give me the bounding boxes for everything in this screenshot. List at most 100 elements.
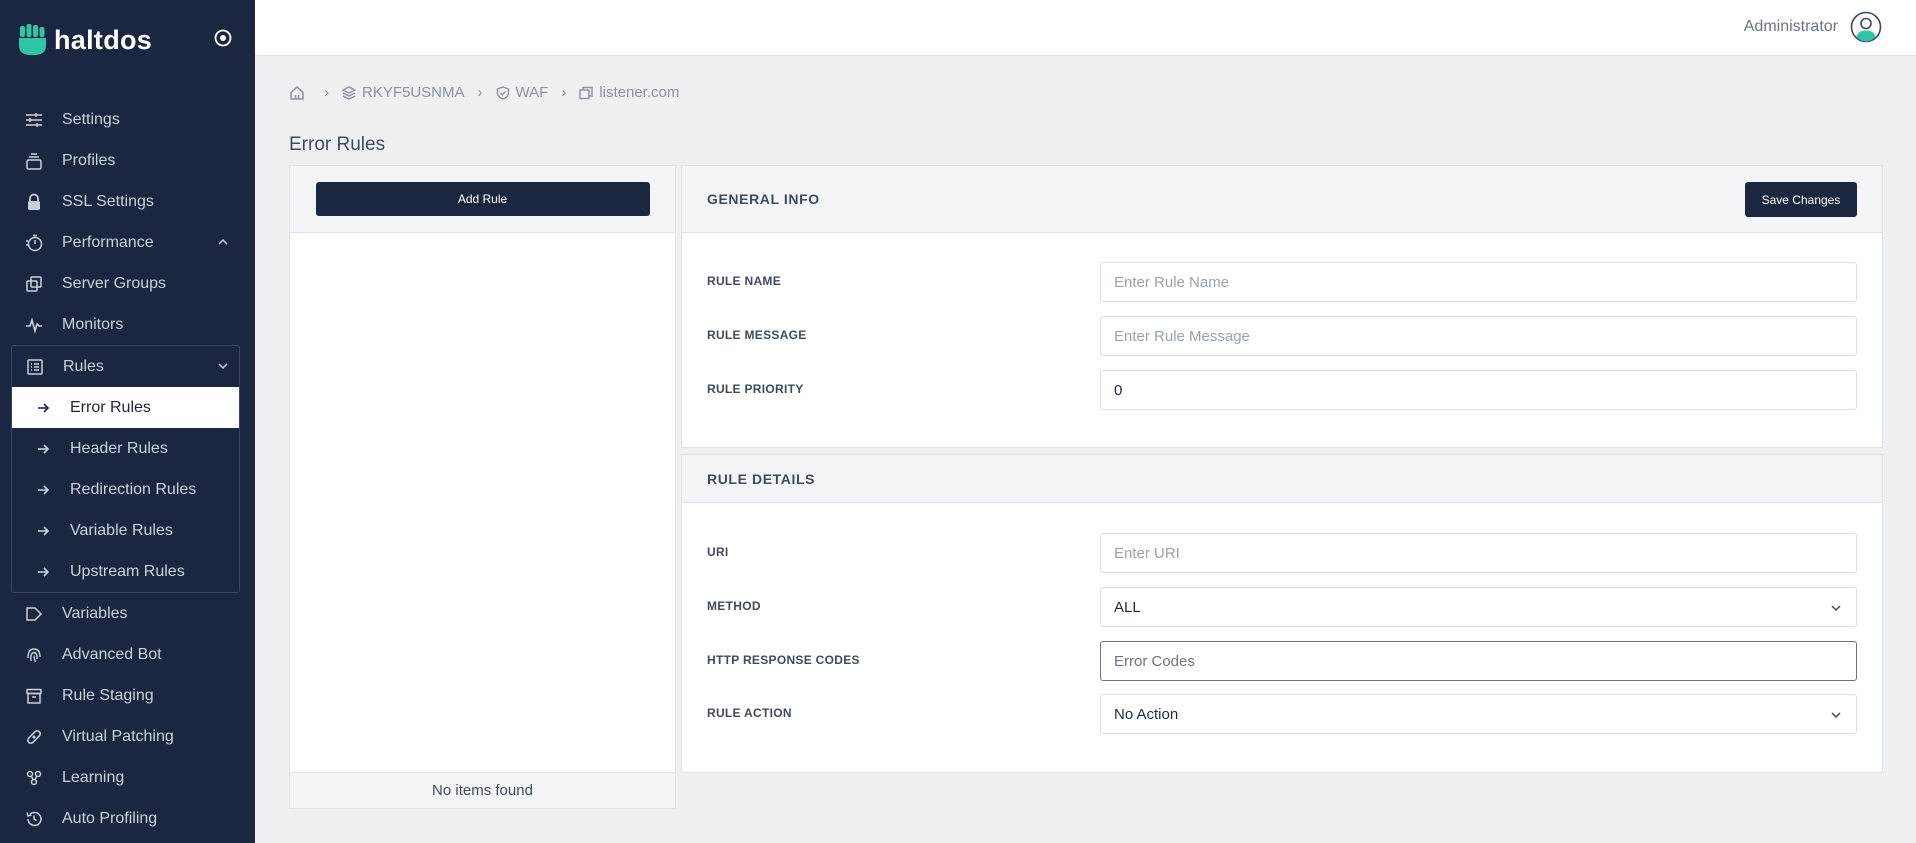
sidebar-item-server-groups[interactable]: Server Groups xyxy=(0,263,255,304)
sidebar-item-rule-staging[interactable]: Rule Staging xyxy=(0,675,255,716)
rule-priority-input[interactable]: 0 xyxy=(1100,370,1857,410)
rule-details-card: RULE DETAILS URI Enter URI METHOD ALL HT… xyxy=(681,454,1883,773)
sidebar-item-performance[interactable]: Performance xyxy=(0,222,255,263)
rule-message-input[interactable]: Enter Rule Message xyxy=(1100,316,1857,356)
chevron-down-icon xyxy=(218,363,228,370)
sidebar-item-profiles[interactable]: Profiles xyxy=(0,140,255,181)
window-icon xyxy=(579,86,594,99)
sidebar-item-settings[interactable]: Settings xyxy=(0,99,255,140)
list-icon xyxy=(25,357,45,377)
chevron-up-icon xyxy=(218,238,228,245)
speedometer-icon xyxy=(24,233,44,253)
user-name: Administrator xyxy=(1743,18,1838,35)
arrow-right-icon xyxy=(38,484,50,495)
response-codes-label: HTTP RESPONSE CODES xyxy=(707,653,860,667)
sidebar-item-advanced-bot[interactable]: Advanced Bot xyxy=(0,634,255,675)
general-info-card: GENERAL INFO Save Changes RULE NAME Ente… xyxy=(681,165,1883,448)
sidebar-item-label: Rule Staging xyxy=(62,686,154,704)
rule-name-input[interactable]: Enter Rule Name xyxy=(1100,262,1857,302)
home-icon xyxy=(290,85,304,100)
archive-icon xyxy=(24,686,44,706)
method-row: METHOD ALL xyxy=(707,587,1857,627)
breadcrumb-tenant[interactable]: RKYF5USNMA xyxy=(342,84,465,101)
sidebar-subitem-redirection-rules[interactable]: Redirection Rules xyxy=(12,469,239,510)
uri-input[interactable]: Enter URI xyxy=(1100,533,1857,573)
general-info-title: GENERAL INFO xyxy=(707,191,820,207)
user-menu[interactable]: Administrator xyxy=(1744,11,1882,43)
sidebar-item-auto-profiling[interactable]: Auto Profiling xyxy=(0,798,255,839)
sidebar-item-label: Performance xyxy=(62,233,154,251)
general-info-header: GENERAL INFO Save Changes xyxy=(682,166,1882,233)
rules-list-header: Add Rule xyxy=(290,166,675,233)
sidebar-subitem-upstream-rules[interactable]: Upstream Rules xyxy=(12,551,239,592)
sidebar-item-label: Rules xyxy=(63,357,104,375)
fist-logo-icon xyxy=(19,24,46,55)
history-icon xyxy=(24,809,44,829)
save-changes-button[interactable]: Save Changes xyxy=(1745,182,1857,217)
sidebar-item-variables[interactable]: Variables xyxy=(0,593,255,634)
sidebar-subitem-label: Error Rules xyxy=(70,398,151,416)
add-rule-button[interactable]: Add Rule xyxy=(315,182,650,216)
copy-icon xyxy=(24,274,44,294)
sidebar-subitem-variable-rules[interactable]: Variable Rules xyxy=(12,510,239,551)
sidebar-item-learning[interactable]: Learning xyxy=(0,757,255,798)
sidebar-item-rules[interactable]: Rules xyxy=(12,346,239,387)
breadcrumb-label: listener.com xyxy=(599,84,680,101)
breadcrumb-separator: › xyxy=(561,84,567,101)
breadcrumb-separator: › xyxy=(477,84,483,101)
nodes-icon xyxy=(24,768,44,788)
tag-icon xyxy=(24,604,44,624)
response-codes-row: HTTP RESPONSE CODES Error Codes xyxy=(707,641,1857,681)
sidebar-item-label: Settings xyxy=(62,110,120,128)
rule-name-label: RULE NAME xyxy=(707,274,782,288)
sidebar-subitem-label: Header Rules xyxy=(70,439,168,457)
breadcrumb-home[interactable] xyxy=(289,85,311,101)
sidebar-subitem-label: Upstream Rules xyxy=(70,562,185,580)
sidebar-item-virtual-patching[interactable]: Virtual Patching xyxy=(0,716,255,757)
sidebar-subitem-label: Redirection Rules xyxy=(70,480,197,498)
page-title: Error Rules xyxy=(289,134,386,155)
sidebar-subitem-label: Variable Rules xyxy=(70,521,173,539)
rule-action-select[interactable]: No Action xyxy=(1100,694,1857,734)
response-codes-input[interactable]: Error Codes xyxy=(1100,641,1857,681)
rule-action-row: RULE ACTION No Action xyxy=(707,694,1857,734)
method-value: ALL xyxy=(1114,598,1141,616)
breadcrumb-waf[interactable]: WAF xyxy=(496,84,548,101)
sidebar-item-label: SSL Settings xyxy=(62,192,154,210)
sidebar-subitem-error-rules[interactable]: Error Rules xyxy=(12,387,239,428)
sidebar-item-label: Profiles xyxy=(62,151,116,169)
breadcrumb-separator: › xyxy=(324,84,329,101)
method-label: METHOD xyxy=(707,599,761,613)
arrow-right-icon xyxy=(38,402,50,413)
sidebar-item-label: Monitors xyxy=(62,315,124,333)
top-bar: Administrator xyxy=(255,0,1916,56)
sidebar-item-monitors[interactable]: Monitors xyxy=(0,304,255,345)
rule-priority-row: RULE PRIORITY 0 xyxy=(707,370,1857,410)
sidebar-item-ssl-settings[interactable]: SSL Settings xyxy=(0,181,255,222)
sidebar-item-label: Variables xyxy=(62,604,128,622)
sidebar-item-label: Virtual Patching xyxy=(62,727,174,745)
rule-details-title: RULE DETAILS xyxy=(707,470,816,487)
rule-action-label: RULE ACTION xyxy=(707,706,792,720)
chevron-down-icon xyxy=(1831,605,1841,612)
breadcrumb-listener[interactable]: listener.com xyxy=(579,84,679,101)
sidebar-toggle-icon[interactable] xyxy=(213,28,233,48)
user-avatar-icon[interactable] xyxy=(1850,11,1882,43)
sidebar-item-label: Advanced Bot xyxy=(62,645,162,663)
rule-name-row: RULE NAME Enter Rule Name xyxy=(707,262,1857,302)
layers-icon xyxy=(342,85,356,100)
rule-details-header: RULE DETAILS xyxy=(682,455,1882,503)
logo-text: haltdos xyxy=(54,24,153,55)
rule-priority-label: RULE PRIORITY xyxy=(707,382,804,396)
uri-label: URI xyxy=(707,545,729,559)
chevron-down-icon xyxy=(1831,712,1841,719)
sidebar-subitem-header-rules[interactable]: Header Rules xyxy=(12,428,239,469)
fingerprint-icon xyxy=(24,645,44,665)
sidebar-item-label: Learning xyxy=(62,768,125,786)
lock-icon xyxy=(24,192,44,212)
empty-state: No items found xyxy=(290,772,675,808)
shield-check-icon xyxy=(496,85,509,100)
arrow-right-icon xyxy=(38,443,50,454)
rule-message-label: RULE MESSAGE xyxy=(707,328,807,342)
method-select[interactable]: ALL xyxy=(1100,587,1857,627)
